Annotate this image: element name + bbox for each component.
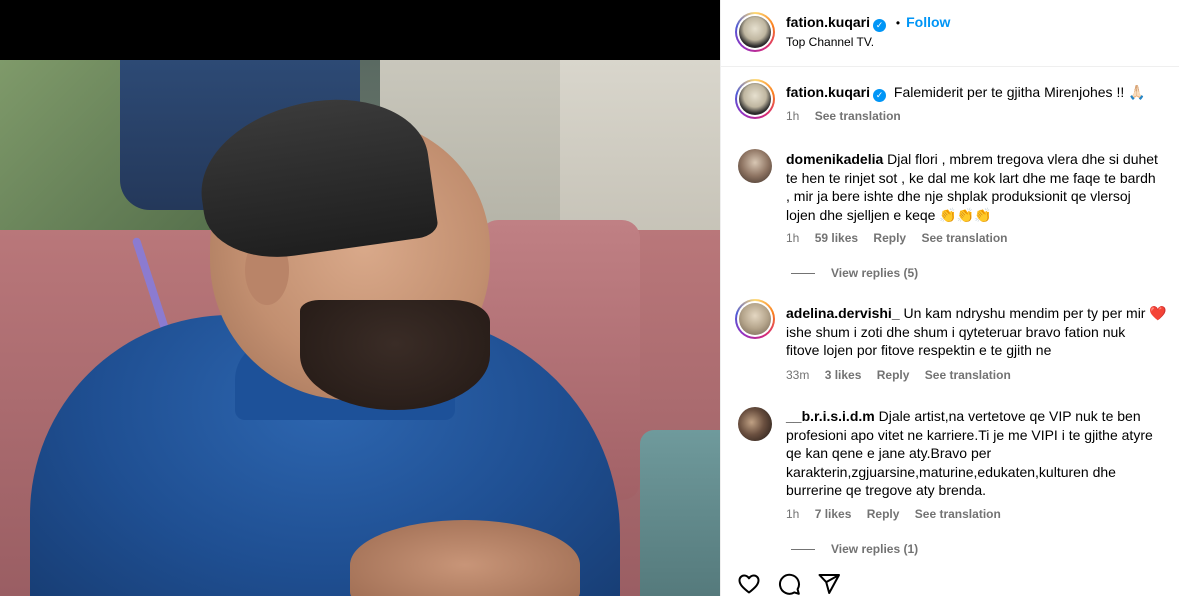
comment-time[interactable]: 1h <box>786 507 799 521</box>
dot-separator: • <box>895 16 901 30</box>
comment-line: ishe shum i zoti dhe shum i qyteteruar b… <box>786 323 1126 340</box>
comment-line: Djal flori , mbrem tregova vlera dhe si … <box>887 151 1158 167</box>
heart-icon[interactable] <box>737 572 761 596</box>
reply-button[interactable]: Reply <box>873 231 906 245</box>
send-icon[interactable] <box>817 572 841 596</box>
action-bar <box>721 568 1179 596</box>
comment-likes[interactable]: 3 likes <box>825 368 862 382</box>
view-replies-label: View replies (5) <box>831 266 919 280</box>
caption-text: Falemiderit per te gjitha Mirenjohes !! … <box>893 84 1146 100</box>
comment-line: te hen te rinjet sot , ke dal me kok lar… <box>786 169 1156 186</box>
view-replies-button[interactable]: View replies (1) <box>791 542 918 556</box>
post-header: fation.kuqari ✓ • Follow Top Channel TV. <box>721 0 1179 67</box>
comment-username[interactable]: __b.r.i.s.i.d.m <box>786 408 875 424</box>
video-frame <box>0 60 720 596</box>
comment-line: fitove lojen por fitove respektin e te g… <box>786 342 1052 358</box>
post-author-username[interactable]: fation.kuqari <box>786 14 870 30</box>
post-subtitle[interactable]: Top Channel TV. <box>786 35 874 49</box>
view-replies-label: View replies (1) <box>831 542 919 556</box>
comment-icon[interactable] <box>777 572 801 596</box>
avatar[interactable] <box>738 149 772 183</box>
reply-button[interactable]: Reply <box>867 507 900 521</box>
avatar[interactable] <box>735 12 775 52</box>
post-modal: fation.kuqari ✓ • Follow Top Channel TV. f… <box>0 0 1179 596</box>
comment-line: , mir ja bere ishte dhe nje shplak produ… <box>786 188 1131 204</box>
comment-time[interactable]: 1h <box>786 231 799 245</box>
comment-line: karakterin,zgjuarsine,maturine,edukaten,… <box>786 463 1116 480</box>
post-media[interactable] <box>0 0 720 596</box>
reply-button[interactable]: Reply <box>877 368 910 382</box>
media-letterbox <box>0 0 720 60</box>
comment-line: Un kam ndryshu mendim per ty per mir ❤️ <box>903 305 1167 321</box>
comment-line: profesioni apo vitet ne karriere.Ti je m… <box>786 426 1153 443</box>
caption-username[interactable]: fation.kuqari <box>786 84 870 100</box>
see-translation-link[interactable]: See translation <box>925 368 1011 382</box>
comment-line: burrerine qe tregove aty brenda. <box>786 482 987 498</box>
see-translation-link[interactable]: See translation <box>815 109 901 123</box>
comment-likes[interactable]: 59 likes <box>815 231 858 245</box>
follow-button[interactable]: Follow <box>906 14 950 30</box>
comment-time[interactable]: 33m <box>786 368 809 382</box>
comment-line: Djale artist,na vertetove qe VIP nuk te … <box>878 408 1141 424</box>
verified-badge-icon: ✓ <box>873 19 887 32</box>
see-translation-link[interactable]: See translation <box>921 231 1007 245</box>
see-translation-link[interactable]: See translation <box>915 507 1001 521</box>
comment-line: qe kan qene e jane aty.Bravo per <box>786 445 992 461</box>
post-sidebar: fation.kuqari ✓ • Follow Top Channel TV. f… <box>720 0 1179 596</box>
avatar[interactable] <box>735 299 775 339</box>
comment-line: lojen dhe sjelljen e keqe 👏👏👏 <box>786 206 992 223</box>
caption-time[interactable]: 1h <box>786 109 799 123</box>
comment-username[interactable]: adelina.dervishi_ <box>786 305 900 321</box>
avatar[interactable] <box>735 79 775 119</box>
avatar[interactable] <box>738 407 772 441</box>
view-replies-button[interactable]: View replies (5) <box>791 266 918 280</box>
comment-likes[interactable]: 7 likes <box>815 507 852 521</box>
comment-username[interactable]: domenikadelia <box>786 151 883 167</box>
verified-badge-icon: ✓ <box>873 89 887 102</box>
